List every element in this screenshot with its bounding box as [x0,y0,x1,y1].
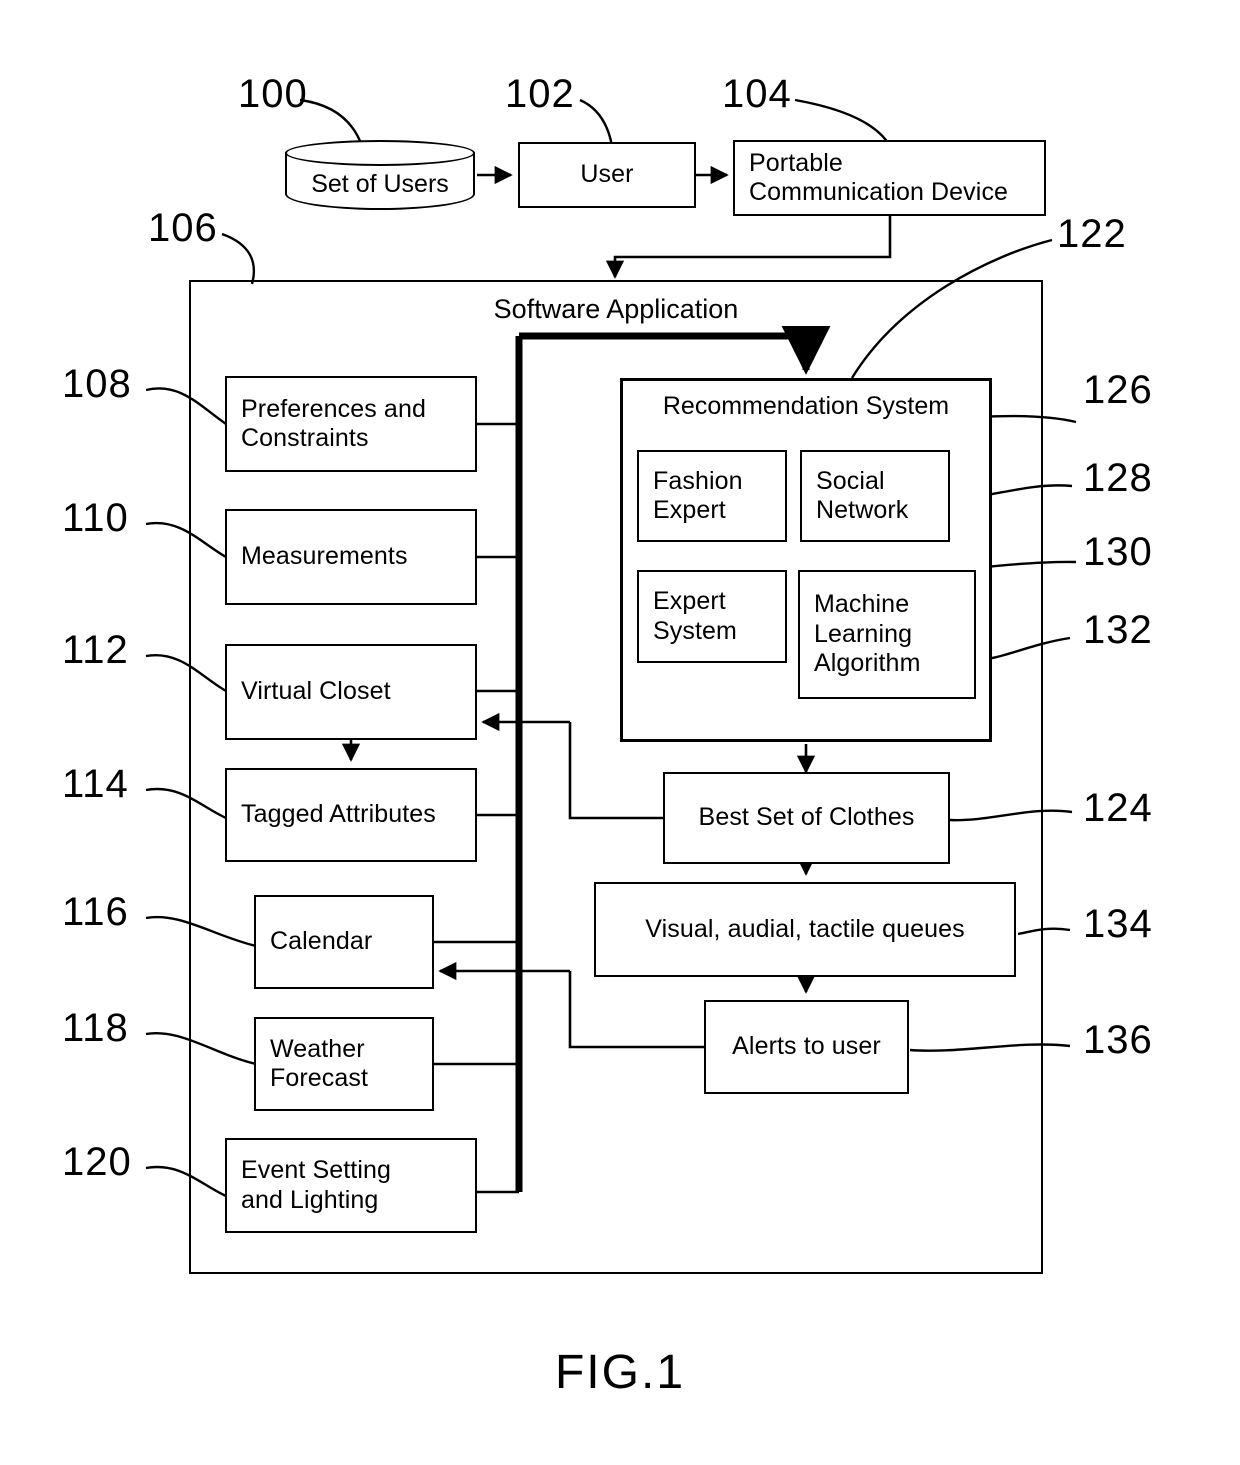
weather-forecast-label: Weather Forecast [270,1035,368,1094]
calendar-label: Calendar [270,927,373,956]
tagged-attributes-box: Tagged Attributes [225,768,477,862]
portable-communication-device-box: Portable Communication Device [733,140,1046,216]
visual-audial-tactile-queues-label: Visual, audial, tactile queues [645,914,965,943]
refnum-118: 118 [62,1006,129,1050]
fashion-expert-label: Fashion Expert [653,467,743,526]
refnum-132: 132 [1083,608,1153,652]
user-label: User [580,160,634,189]
weather-forecast-box: Weather Forecast [254,1017,434,1111]
alerts-to-user-label: Alerts to user [732,1032,881,1061]
patent-figure-page: Software Application Recommendation Syst… [0,0,1240,1465]
refnum-100: 100 [238,72,308,116]
alerts-to-user-box: Alerts to user [704,1000,909,1094]
refnum-120: 120 [62,1140,132,1184]
refnum-112: 112 [62,628,129,672]
refnum-116: 116 [62,890,129,934]
measurements-box: Measurements [225,509,477,605]
leader-106 [221,232,256,285]
refnum-124: 124 [1083,786,1153,830]
refnum-122: 122 [1057,212,1127,256]
refnum-110: 110 [62,496,129,540]
fashion-expert-line1: Fashion [653,466,743,495]
set-of-users-cylinder: Set of Users [285,140,475,210]
weather-forecast-line1: Weather [270,1034,365,1063]
virtual-closet-label: Virtual Closet [241,677,391,706]
refnum-102: 102 [505,72,575,116]
machine-learning-algorithm-box: Machine Learning Algorithm [798,570,976,699]
social-network-line2: Network [816,496,909,524]
best-set-of-clothes-label: Best Set of Clothes [698,803,915,832]
machine-learning-line3: Algorithm [814,649,921,678]
social-network-label: Social Network [816,467,908,526]
event-setting-and-lighting-label: Event Setting and Lighting [241,1156,391,1215]
tagged-attributes-label: Tagged Attributes [241,800,436,829]
software-application-title: Software Application [493,294,739,324]
refnum-130: 130 [1083,530,1153,574]
refnum-104: 104 [722,72,792,116]
preferences-and-constraints-label: Preferences and Constraints [241,395,426,454]
portable-communication-device-line1: Portable [749,148,843,177]
best-set-of-clothes-box: Best Set of Clothes [663,772,950,864]
expert-system-line2: System [653,616,737,645]
figure-caption: FIG.1 [554,1346,686,1399]
event-setting-line2: and Lighting [241,1185,379,1214]
visual-audial-tactile-queues-box: Visual, audial, tactile queues [594,882,1016,977]
leader-102 [579,98,614,147]
preferences-and-constraints-box: Preferences and Constraints [225,376,477,472]
recommendation-system-title: Recommendation System [662,392,950,420]
virtual-closet-box: Virtual Closet [225,644,477,740]
machine-learning-line2: Learning [814,619,913,648]
preferences-line1: Preferences and [241,394,426,423]
portable-communication-device-line2: Communication Device [749,178,1009,206]
refnum-114: 114 [62,762,129,806]
event-setting-and-lighting-box: Event Setting and Lighting [225,1138,477,1233]
social-network-box: Social Network [800,450,950,542]
calendar-box: Calendar [254,895,434,989]
cylinder-top-ellipse [285,140,475,166]
machine-learning-algorithm-label: Machine Learning Algorithm [814,590,921,679]
preferences-line2: Constraints [241,424,369,452]
fashion-expert-line2: Expert [653,496,726,524]
refnum-136: 136 [1083,1018,1153,1062]
refnum-134: 134 [1083,902,1153,946]
user-box: User [518,142,696,208]
refnum-126: 126 [1083,368,1153,412]
fashion-expert-box: Fashion Expert [637,450,787,542]
social-network-line1: Social [816,466,885,495]
expert-system-line1: Expert [653,587,726,615]
set-of-users-label: Set of Users [311,170,449,198]
refnum-108: 108 [62,362,132,406]
machine-learning-line1: Machine [814,590,910,619]
event-setting-line1: Event Setting [241,1156,392,1184]
refnum-106: 106 [148,206,218,250]
expert-system-box: Expert System [637,570,787,663]
refnum-128: 128 [1083,456,1153,500]
portable-communication-device-label: Portable Communication Device [749,149,1008,208]
expert-system-label: Expert System [653,587,737,646]
arrow-device-to-software-application [605,216,892,279]
measurements-label: Measurements [241,542,408,571]
weather-forecast-line2: Forecast [270,1064,369,1092]
